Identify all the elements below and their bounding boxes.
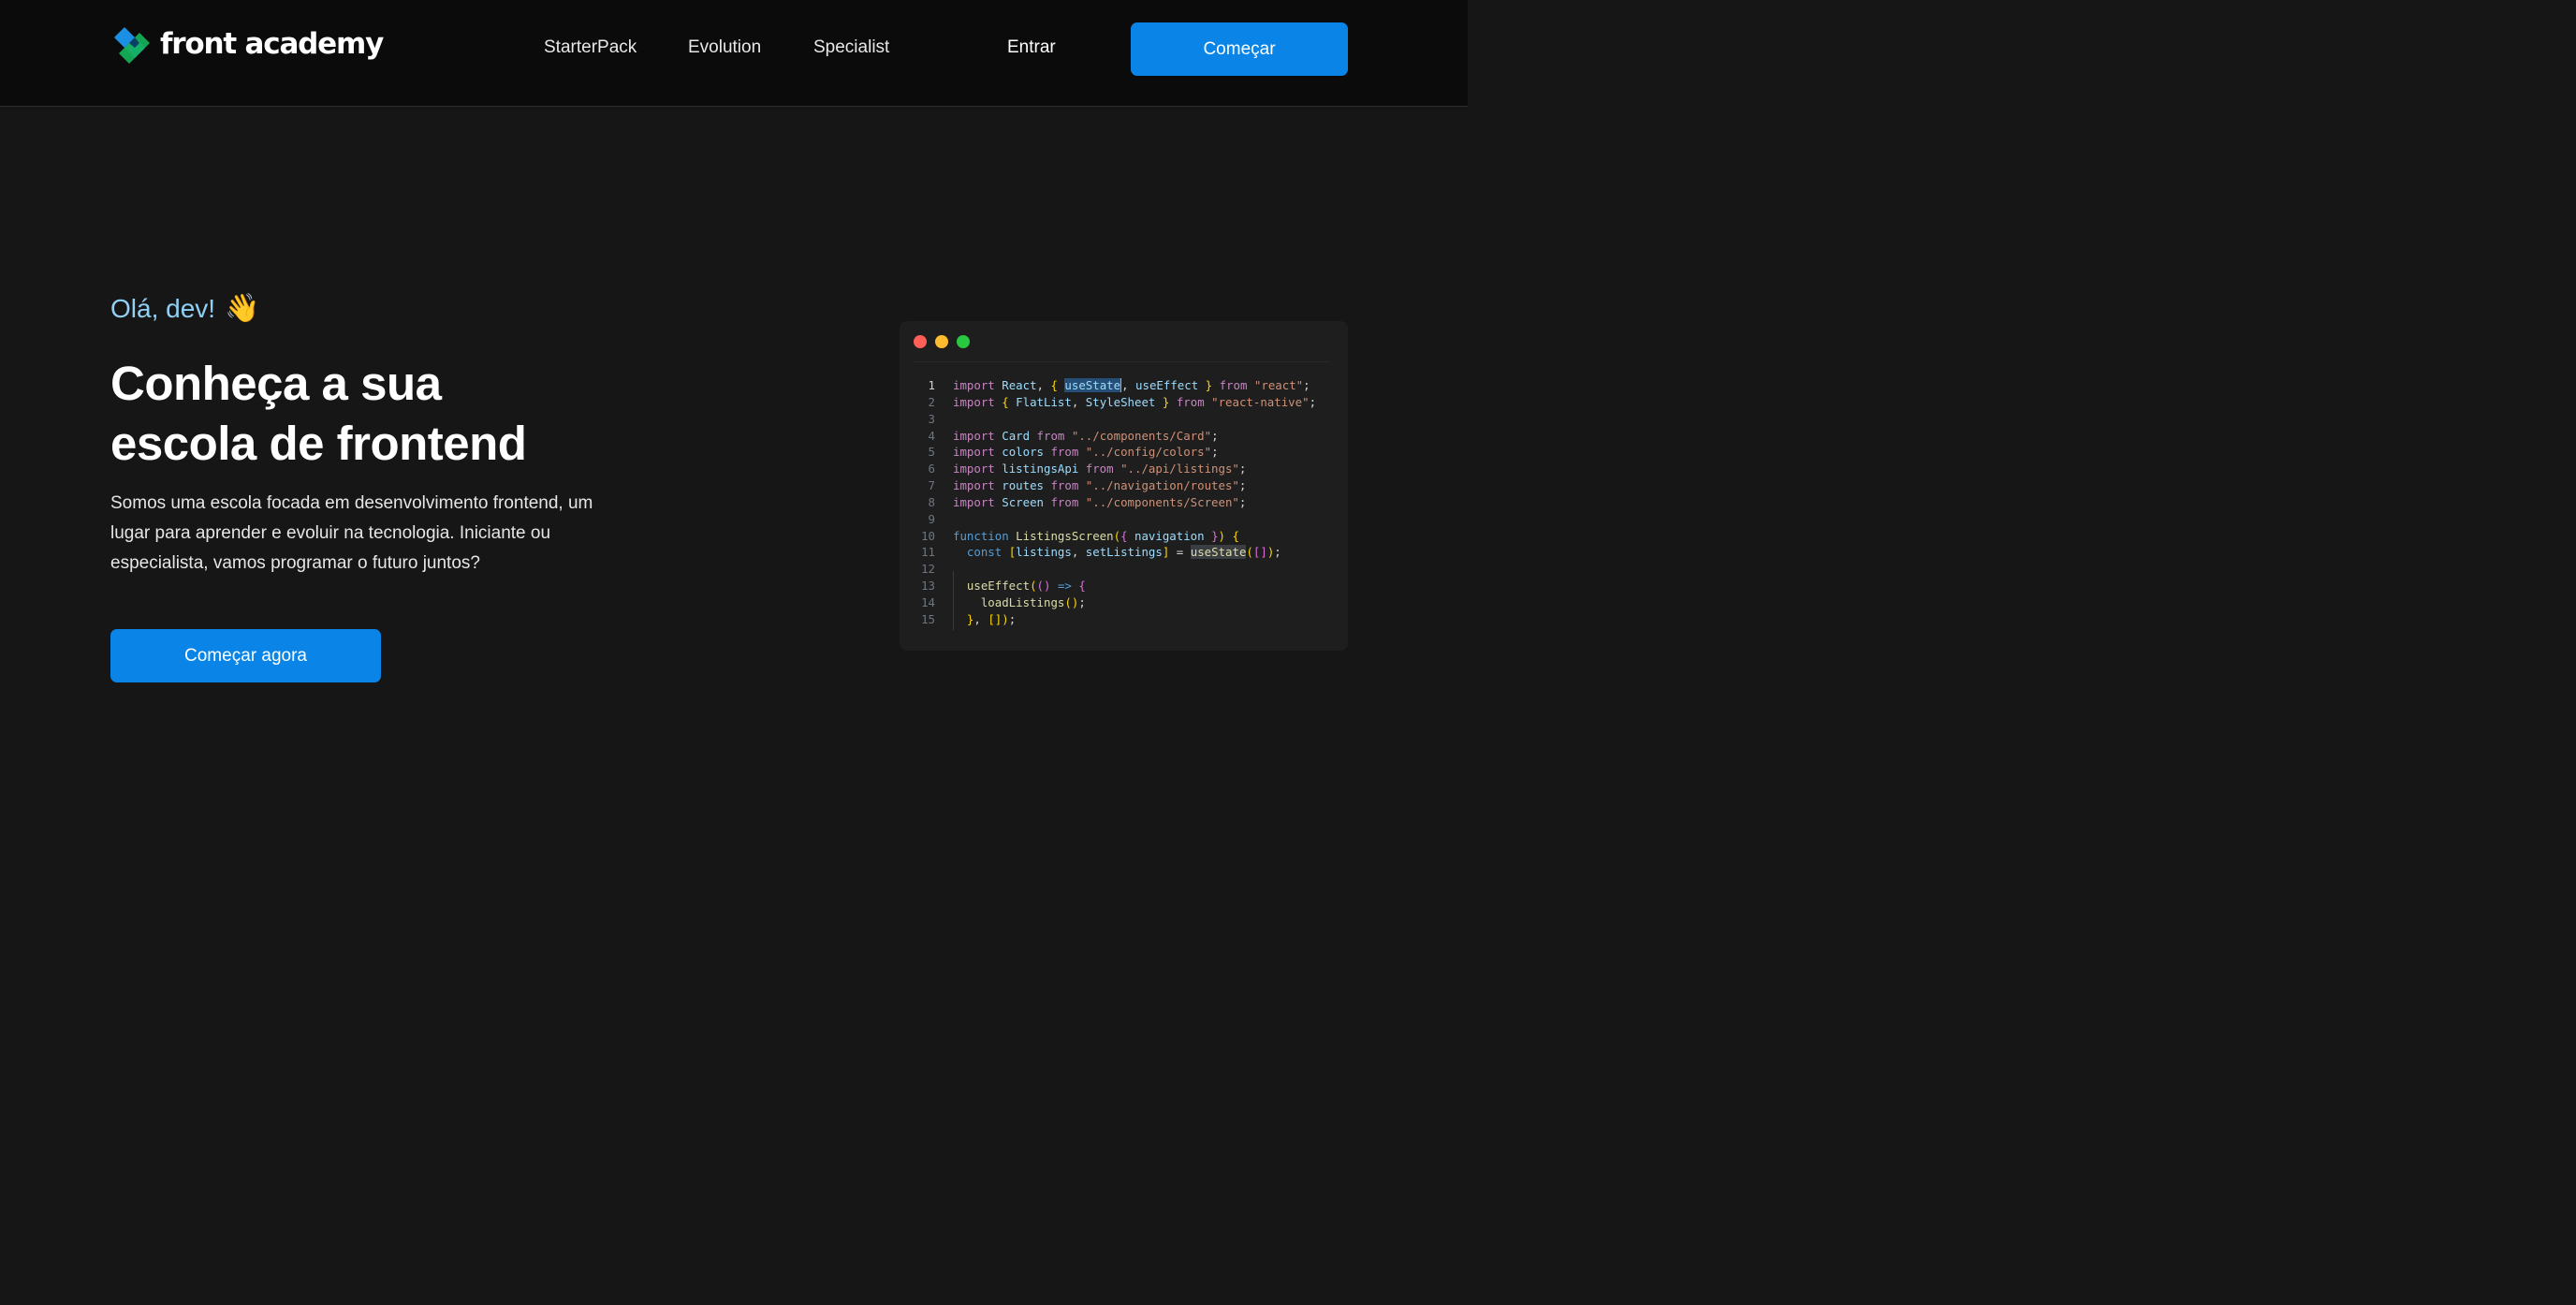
code-line: 6 import listingsApi from "../api/listing…	[900, 461, 1348, 477]
code-line: 1 import React, { useState, useEffect } f…	[900, 377, 1348, 394]
code-text: import colors from "../config/colors";	[953, 445, 1219, 460]
line-number: 14	[921, 594, 935, 609]
code-text: const [listings, setListings] = useState…	[966, 545, 1281, 560]
code-lines: 1 import React, { useState, useEffect } f…	[900, 377, 1348, 628]
titlebar-divider	[914, 361, 1330, 362]
code-editor-window: 1 import React, { useState, useEffect } f…	[900, 321, 1348, 651]
code-line: 3	[900, 411, 1348, 428]
line-number: 3	[928, 411, 935, 426]
window-maximize-icon	[957, 335, 970, 348]
line-number: 5	[928, 445, 935, 460]
code-text: import React, { useState, useEffect } fr…	[953, 378, 1310, 392]
code-text: import Card from "../components/Card";	[953, 428, 1219, 443]
line-number: 12	[921, 562, 935, 577]
line-number: 11	[921, 545, 935, 560]
code-line: 2 import { FlatList, StyleSheet } from "r…	[900, 394, 1348, 411]
waving-hand-icon: 👋	[225, 293, 260, 324]
code-text: import { FlatList, StyleSheet } from "re…	[953, 394, 1317, 409]
code-line: 5 import colors from "../config/colors";	[900, 444, 1348, 461]
code-text: import routes from "../navigation/routes…	[953, 478, 1247, 493]
brand-logo[interactable]: front academy	[112, 24, 384, 64]
nav-link-starterpack[interactable]: StarterPack	[544, 37, 637, 58]
start-button[interactable]: Começar	[1131, 22, 1348, 76]
headline-line-2: escola de frontend	[110, 417, 527, 470]
hero-headline: Conheça a sua escola de frontend	[110, 354, 672, 474]
code-line: 9	[900, 511, 1348, 528]
code-line: 7 import routes from "../navigation/route…	[900, 477, 1348, 494]
code-text: import listingsApi from "../api/listings…	[953, 462, 1247, 477]
code-text: useEffect(() => {	[966, 579, 1086, 594]
line-number: 15	[921, 611, 935, 626]
login-link[interactable]: Entrar	[1007, 37, 1056, 58]
code-line: 13 useEffect(() => {	[900, 578, 1348, 594]
greeting: Olá, dev! 👋	[110, 294, 259, 324]
front-academy-logo-icon	[114, 27, 150, 64]
greeting-text: Olá, dev!	[110, 294, 216, 323]
code-line: 15 }, []);	[900, 611, 1348, 628]
start-now-button[interactable]: Começar agora	[110, 629, 381, 682]
site-header: front academy StarterPack Evolution Spec…	[0, 0, 1468, 107]
line-number: 4	[928, 428, 935, 443]
code-text: import Screen from "../components/Screen…	[953, 494, 1247, 509]
brand-name: front academy	[160, 27, 384, 61]
headline-line-1: Conheça a sua	[110, 357, 442, 410]
window-minimize-icon	[935, 335, 948, 348]
line-number: 8	[928, 494, 935, 509]
nav-link-specialist[interactable]: Specialist	[813, 37, 889, 58]
line-number: 13	[921, 579, 935, 594]
line-number: 7	[928, 478, 935, 493]
code-text: loadListings();	[980, 594, 1086, 609]
code-text: }, []);	[966, 611, 1017, 626]
line-number: 6	[928, 462, 935, 477]
code-line: 11 const [listings, setListings] = useSt…	[900, 544, 1348, 561]
code-line: 14 loadListings();	[900, 594, 1348, 611]
code-line: 10 function ListingsScreen({ navigation }…	[900, 528, 1348, 545]
code-text: function ListingsScreen({ navigation }) …	[953, 528, 1239, 543]
line-number: 2	[928, 394, 935, 409]
hero-description: Somos uma escola focada em desenvolvimen…	[110, 493, 593, 573]
code-line: 12	[900, 561, 1348, 578]
code-line: 4 import Card from "../components/Card";	[900, 428, 1348, 445]
window-close-icon	[914, 335, 927, 348]
code-line: 8 import Screen from "../components/Scree…	[900, 494, 1348, 511]
nav-link-evolution[interactable]: Evolution	[688, 37, 761, 58]
line-number: 10	[921, 528, 935, 543]
line-number: 9	[928, 511, 935, 526]
line-number: 1	[928, 378, 935, 392]
